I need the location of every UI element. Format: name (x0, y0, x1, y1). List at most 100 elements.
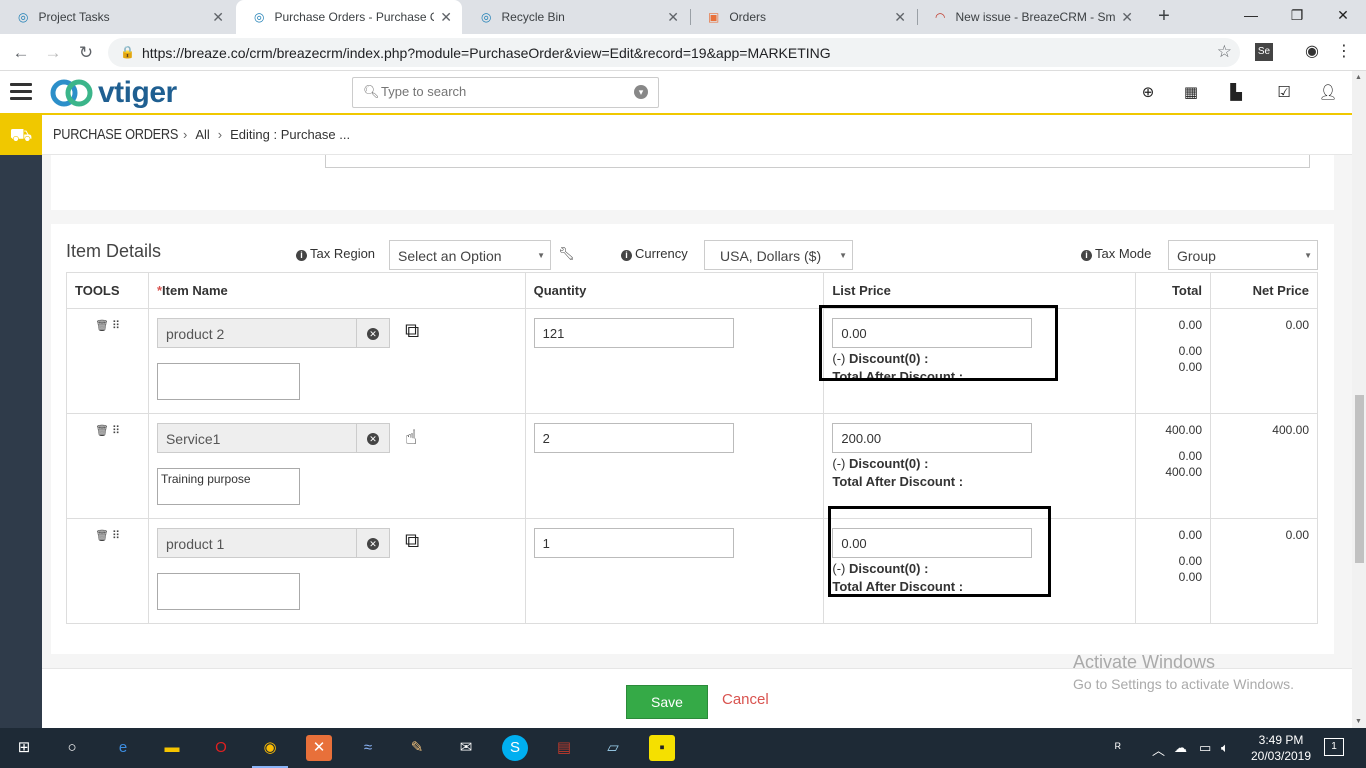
minimize-button[interactable]: — (1228, 0, 1274, 30)
product-boxes-icon[interactable]: ⧉ (405, 530, 419, 553)
close-icon[interactable]: ✕ (894, 9, 906, 26)
item-name-field[interactable]: product 1 (156, 528, 357, 558)
search-input[interactable] (381, 84, 631, 99)
currency-value: USA, Dollars ($) (720, 248, 822, 264)
bookmark-star-icon[interactable]: ☆ (1217, 42, 1232, 62)
item-comment[interactable] (156, 573, 300, 610)
close-window-button[interactable]: ✕ (1320, 0, 1366, 30)
trash-icon[interactable]: 🗑︎ (95, 425, 109, 437)
paint-icon[interactable]: ✎ (404, 735, 430, 761)
close-icon[interactable]: ✕ (440, 9, 452, 26)
item-comment[interactable] (156, 363, 300, 400)
clear-item-button[interactable]: ✕ (356, 423, 390, 453)
onedrive-cloud-icon[interactable]: ☁ (1174, 740, 1187, 756)
drag-handle-icon[interactable]: ⠿ (112, 530, 120, 542)
currency-select[interactable]: USA, Dollars ($) ▼ (704, 240, 853, 270)
trash-icon[interactable]: 🗑︎ (95, 320, 109, 332)
close-icon[interactable]: ✕ (1121, 9, 1133, 26)
vtiger-logo[interactable]: vtiger (50, 75, 177, 111)
tax-region-select[interactable]: Select an Option ▼ (389, 240, 551, 270)
col-item-name: *Item Name (147, 272, 526, 309)
breadcrumb-module[interactable]: PURCHASE ORDERS (53, 126, 178, 143)
forward-icon[interactable]: → (40, 40, 66, 66)
page-scrollbar[interactable]: ▲ ▼ (1352, 71, 1366, 728)
discount-link[interactable]: (-) Discount(0) : (832, 561, 928, 576)
scroll-up-arrow-icon[interactable]: ▲ (1355, 74, 1362, 81)
maximize-button[interactable]: ❐ (1274, 0, 1320, 30)
save-button[interactable]: Save (626, 685, 708, 719)
new-tab-button[interactable]: + (1152, 5, 1176, 29)
dropdown-arrow-icon: ▼ (839, 251, 847, 260)
tasks-checkbox-icon[interactable]: ☑ (1274, 83, 1294, 103)
scroll-thumb[interactable] (1355, 395, 1364, 563)
windows-start-icon[interactable]: ⊞ (11, 735, 37, 761)
close-icon[interactable]: ✕ (212, 9, 224, 26)
back-icon[interactable]: ← (8, 40, 34, 66)
product-boxes-icon[interactable]: ⧉ (405, 320, 419, 343)
item-name-field[interactable]: Service1 (156, 423, 357, 453)
xampp-icon[interactable]: ✕ (306, 735, 332, 761)
notepad-icon[interactable]: ▱ (600, 735, 626, 761)
dolphin-icon[interactable]: ≈ (355, 735, 381, 761)
tab-recycle-bin[interactable]: ◎ Recycle Bin ✕ (463, 0, 689, 34)
item-comment[interactable]: Training purpose (156, 468, 300, 505)
list-price-input[interactable]: 200.00 (832, 423, 1033, 453)
global-search[interactable]: 🔍︎ ▾ (352, 77, 659, 108)
tab-project-tasks[interactable]: ◎ Project Tasks ✕ (0, 0, 234, 34)
search-icon[interactable]: ○ (59, 735, 85, 761)
hamburger-menu-icon[interactable] (10, 83, 32, 101)
tab-purchase-orders[interactable]: ◎ Purchase Orders - Purchase Or ✕ (236, 0, 462, 34)
discount-link[interactable]: (-) Discount(0) : (832, 456, 928, 471)
tab-orders[interactable]: ▣ Orders ✕ (690, 0, 916, 34)
quantity-input[interactable]: 2 (533, 423, 734, 453)
sticky-notes-icon[interactable]: ▪ (649, 735, 675, 761)
volume-icon[interactable]: 🔈︎ (1221, 740, 1229, 756)
inventory-module-icon[interactable]: ⛟ (0, 115, 42, 155)
drag-handle-icon[interactable]: ⠿ (112, 320, 120, 332)
list-price-input[interactable]: 0.00 (832, 528, 1033, 558)
discount-link[interactable]: (-) Discount(0) : (832, 351, 928, 366)
opera-icon[interactable]: O (208, 735, 234, 761)
service-hand-icon[interactable]: ☝︎ (405, 425, 417, 450)
close-icon[interactable]: ✕ (667, 9, 679, 26)
file-explorer-icon[interactable]: ▬ (159, 735, 185, 761)
wrench-icon[interactable]: 🔧︎ (558, 246, 575, 262)
info-icon: i (1081, 250, 1092, 261)
search-options-icon[interactable]: ▾ (634, 85, 648, 99)
quantity-input[interactable]: 1 (533, 528, 734, 558)
user-icon[interactable]: 👤︎ (1318, 83, 1338, 103)
add-circle-icon[interactable]: ⊕ (1138, 83, 1158, 103)
notifications-icon[interactable]: 1 (1324, 738, 1344, 756)
selenium-extension-icon[interactable]: Se (1255, 43, 1273, 61)
tab-new-issue[interactable]: ◠ New issue - BreazeCRM - Sma ✕ (917, 0, 1143, 34)
thunderbird-icon[interactable]: ✉ (453, 735, 479, 761)
item-name-field[interactable]: product 2 (156, 318, 357, 348)
network-icon[interactable]: ▭ (1199, 740, 1211, 756)
list-price-input[interactable]: 0.00 (832, 318, 1033, 348)
calendar-icon[interactable]: ▦ (1181, 83, 1201, 103)
description-textarea[interactable] (325, 155, 1310, 168)
menu-icon[interactable]: ⋮ (1335, 43, 1353, 61)
cancel-link[interactable]: Cancel (722, 691, 769, 708)
quantity-input[interactable]: 121 (533, 318, 734, 348)
reload-icon[interactable]: ↻ (73, 40, 99, 66)
windows-taskbar: ⊞ ○ e ▬ O ◉ ✕ ≈ ✎ ✉ S ▤ ▱ ▪ ᴿ ︿ ☁ ▭ 🔈︎ 3… (0, 728, 1366, 768)
drag-handle-icon[interactable]: ⠿ (112, 425, 120, 437)
tax-mode-select[interactable]: Group ▼ (1168, 240, 1318, 270)
winrar-icon[interactable]: ▤ (551, 735, 577, 761)
people-icon[interactable]: ᴿ (1115, 740, 1121, 755)
chevron-up-icon[interactable]: ︿ (1152, 740, 1165, 759)
system-clock[interactable]: 3:49 PM 20/03/2019 (1248, 732, 1314, 764)
reports-chart-icon[interactable]: ▙ (1226, 83, 1246, 103)
chrome-icon[interactable]: ◉ (257, 735, 283, 761)
tab-title: Recycle Bin (501, 10, 565, 24)
clear-item-button[interactable]: ✕ (356, 528, 390, 558)
skype-icon[interactable]: S (502, 735, 528, 761)
clear-item-button[interactable]: ✕ (356, 318, 390, 348)
edge-browser-icon[interactable]: e (110, 735, 136, 761)
breadcrumb-all[interactable]: All (195, 127, 209, 142)
profile-icon[interactable]: ◉ (1303, 43, 1321, 61)
scroll-down-arrow-icon[interactable]: ▼ (1355, 718, 1362, 725)
trash-icon[interactable]: 🗑︎ (95, 530, 109, 542)
url-field[interactable]: 🔒 https://breaze.co/crm/breazecrm/index.… (108, 38, 1240, 67)
